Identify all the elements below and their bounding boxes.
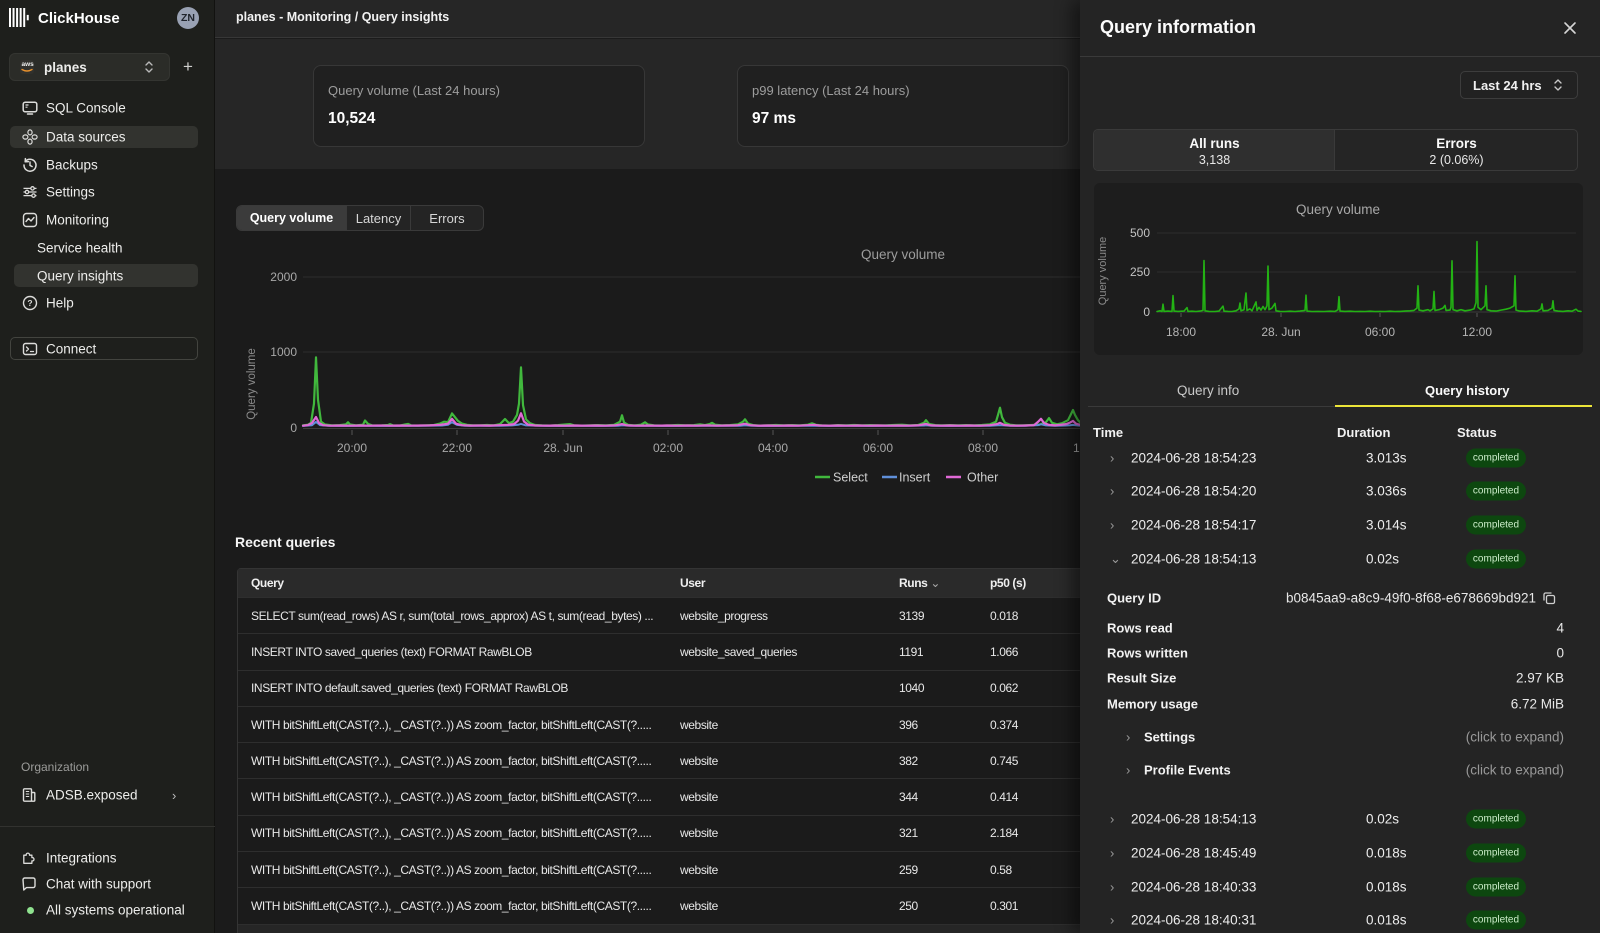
svg-text:18:00: 18:00 (1166, 325, 1196, 339)
svg-text:500: 500 (1130, 226, 1150, 240)
svg-text:28. Jun: 28. Jun (1261, 325, 1300, 339)
svg-text:Query volume: Query volume (861, 247, 945, 262)
svg-text:20:00: 20:00 (337, 441, 367, 455)
svg-text:0: 0 (290, 421, 297, 435)
svg-text:Other: Other (967, 471, 998, 485)
svg-text:250: 250 (1130, 265, 1150, 279)
svg-text:12:00: 12:00 (1462, 325, 1492, 339)
svg-text:06:00: 06:00 (1365, 325, 1395, 339)
svg-text:?: ? (27, 298, 32, 308)
svg-text:28. Jun: 28. Jun (543, 441, 582, 455)
svg-text:Query volume: Query volume (1097, 237, 1109, 305)
svg-text:Query volume: Query volume (246, 348, 258, 420)
svg-text:0: 0 (1143, 305, 1150, 319)
svg-text:22:00: 22:00 (442, 441, 472, 455)
svg-text:2000: 2000 (270, 270, 297, 284)
svg-text:Query volume: Query volume (1296, 202, 1380, 217)
svg-text:08:00: 08:00 (968, 441, 998, 455)
svg-text:Select: Select (833, 471, 868, 485)
svg-text:02:00: 02:00 (653, 441, 683, 455)
svg-text:1000: 1000 (270, 345, 297, 359)
svg-text:04:00: 04:00 (758, 441, 788, 455)
svg-text:Insert: Insert (899, 471, 931, 485)
svg-text:06:00: 06:00 (863, 441, 893, 455)
